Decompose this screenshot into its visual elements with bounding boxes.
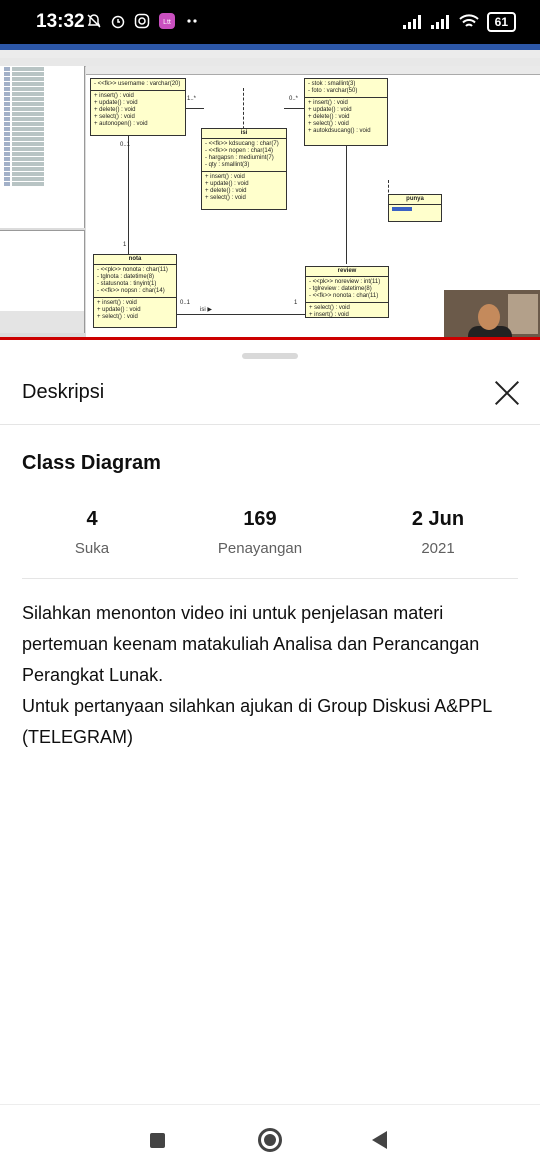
- recents-icon[interactable]: [150, 1133, 165, 1148]
- association-label: isi ▶: [200, 307, 212, 313]
- likes-stat: 4 Suka: [74, 508, 110, 557]
- video-player[interactable]: - <<fk>> username : varchar(20) + insert…: [0, 44, 540, 340]
- video-description: Silahkan menonton video ini untuk penjel…: [22, 598, 522, 753]
- divider: [22, 578, 518, 579]
- uml-class-isi: isi - <<fk>> kdsucang : char(7) - <<fk>>…: [201, 128, 287, 210]
- app-menu-bar: [0, 50, 540, 58]
- signal-icon: [402, 15, 421, 29]
- assoc-line: [284, 108, 304, 109]
- multiplicity-label: 1..*: [187, 96, 197, 102]
- multiplicity-label: 0..1: [180, 300, 191, 306]
- notification-icons: Ltt: [86, 12, 200, 30]
- svg-text:Ltt: Ltt: [163, 19, 171, 26]
- assoc-line: [346, 144, 347, 264]
- more-notifications-icon: [187, 19, 197, 23]
- divider: [0, 424, 540, 425]
- signal-2-icon: [430, 15, 449, 29]
- description-paragraph: Untuk pertanyaan silahkan ajukan di Grou…: [22, 696, 492, 747]
- uml-class: - stok : smallint(3) - foto : varchar(50…: [304, 78, 388, 146]
- multiplicity-label: 0..*: [289, 96, 299, 102]
- presenter-webcam: [444, 290, 540, 340]
- alarm-icon: [111, 15, 125, 29]
- diagram-tab: [86, 66, 540, 75]
- browser-tree: [0, 66, 85, 228]
- app-icon: Ltt: [159, 13, 175, 29]
- views-stat: 169 Penayangan: [217, 508, 303, 557]
- home-icon[interactable]: [258, 1128, 282, 1152]
- uml-class-nota: nota - <<pk>> nonota : char(11) - tglnot…: [93, 254, 177, 328]
- description-sheet: Deskripsi Class Diagram 4 Suka 169 Penay…: [0, 340, 540, 1102]
- uml-class-review: review - <<pk>> noreview : int(11) - tgl…: [305, 266, 389, 318]
- assoc-line: [176, 314, 306, 315]
- multiplicity-label: 1: [123, 242, 127, 248]
- instagram-icon: [134, 13, 150, 29]
- sheet-header: Deskripsi: [22, 381, 105, 403]
- drag-handle[interactable]: [242, 353, 298, 359]
- multiplicity-label: 0..1: [120, 142, 131, 148]
- multiplicity-label: 1: [294, 300, 298, 306]
- properties-panel: [0, 230, 85, 333]
- mute-icon: [87, 14, 101, 28]
- wifi-icon: [458, 14, 479, 27]
- back-icon[interactable]: [372, 1131, 387, 1149]
- status-right: 61: [402, 12, 516, 32]
- properties-buttons: [0, 311, 84, 333]
- clock: 13:32: [36, 11, 85, 32]
- description-paragraph: Silahkan menonton video ini untuk penjel…: [22, 603, 480, 685]
- video-title: Class Diagram: [22, 452, 161, 474]
- status-bar: 13:32 Ltt 61: [0, 0, 540, 44]
- uml-class-punya: punya: [388, 194, 442, 222]
- system-nav-bar: [0, 1104, 540, 1171]
- date-stat: 2 Jun 2021: [411, 508, 465, 557]
- battery-indicator: 61: [486, 12, 516, 32]
- close-icon[interactable]: [490, 376, 524, 410]
- assoc-line: [128, 134, 129, 254]
- uml-class: - <<fk>> username : varchar(20) + insert…: [90, 78, 186, 136]
- assoc-line: [184, 108, 204, 109]
